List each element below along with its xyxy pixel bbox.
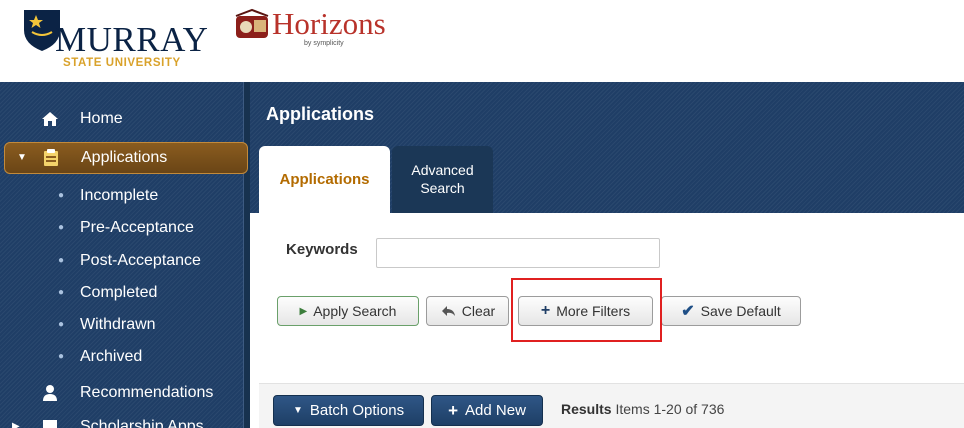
scholarship-icon: [40, 412, 60, 428]
sidebar-subitem-completed[interactable]: ● Completed: [0, 278, 240, 308]
sidebar-item-home[interactable]: Home: [0, 104, 250, 134]
bullet-icon: ●: [58, 287, 65, 298]
bullet-icon: ●: [58, 255, 65, 266]
batch-options-button[interactable]: ▼ Batch Options: [273, 395, 424, 426]
caret-down-icon: ▼: [17, 152, 27, 163]
checkmark-icon: ✔: [681, 303, 695, 320]
bullet-icon: ●: [58, 351, 65, 362]
apply-search-label: Apply Search: [313, 303, 397, 319]
keywords-label: Keywords: [286, 241, 358, 258]
sidebar-item-label: Recommendations: [80, 384, 214, 401]
caret-right-icon: ▶: [12, 421, 20, 428]
tab-advanced-search[interactable]: Advanced Search: [392, 146, 493, 213]
murray-subtitle: STATE UNIVERSITY: [63, 57, 181, 69]
clear-button[interactable]: Clear: [426, 296, 509, 326]
keywords-input[interactable]: [376, 238, 660, 268]
sidebar-subitem-archived[interactable]: ● Archived: [0, 342, 240, 372]
save-default-label: Save Default: [700, 303, 781, 319]
symplicity-tagline: by symplicity: [304, 40, 344, 47]
sidebar-item-label: Applications: [81, 149, 168, 166]
results-summary: Results Items 1-20 of 736: [561, 401, 724, 417]
undo-icon: [441, 306, 455, 316]
sidebar-subitem-withdrawn[interactable]: ● Withdrawn: [0, 310, 240, 340]
play-icon: ▶: [299, 305, 308, 317]
results-label: Results: [561, 401, 612, 417]
caret-down-icon: ▼: [292, 405, 303, 416]
bullet-icon: ●: [58, 222, 65, 233]
sidebar-subitem-label: Completed: [80, 284, 158, 301]
add-new-label: Add New: [465, 402, 526, 419]
page-header: MURRAY STATE UNIVERSITY Horizons by symp…: [0, 0, 964, 82]
sidebar-item-label: Home: [80, 110, 123, 127]
page-title: Applications: [266, 104, 375, 124]
clear-label: Clear: [461, 303, 496, 319]
horizons-wordmark: Horizons: [272, 6, 386, 41]
sidebar-item-recommendations[interactable]: Recommendations: [0, 378, 250, 408]
sidebar-subitem-label: Incomplete: [80, 187, 159, 204]
applications-icon: [41, 143, 61, 173]
user-icon: [40, 378, 60, 408]
bullet-icon: ●: [58, 190, 65, 201]
sidebar-item-scholarship-apps[interactable]: ▶ Scholarship Apps: [0, 412, 250, 428]
highlight-box: [511, 278, 662, 342]
add-new-button[interactable]: + Add New: [431, 395, 543, 426]
tab-applications[interactable]: Applications: [259, 146, 390, 213]
batch-options-label: Batch Options: [309, 402, 405, 419]
save-default-button[interactable]: ✔ Save Default: [661, 296, 801, 326]
sidebar-item-label: Scholarship Apps: [80, 418, 204, 428]
bullet-icon: ●: [58, 319, 65, 330]
horizons-mascot-icon: [235, 8, 269, 38]
murray-state-logo[interactable]: MURRAY STATE UNIVERSITY: [22, 2, 222, 76]
horizons-logo[interactable]: Horizons by symplicity: [232, 8, 386, 68]
sidebar-subitem-label: Pre-Acceptance: [80, 219, 194, 236]
home-icon: [40, 104, 60, 134]
sidebar-subitem-label: Archived: [80, 348, 143, 365]
sidebar-item-applications[interactable]: ▼ Applications: [4, 142, 248, 174]
sidebar-subitem-incomplete[interactable]: ● Incomplete: [0, 181, 240, 211]
sidebar-subitem-post-acceptance[interactable]: ● Post-Acceptance: [0, 246, 240, 276]
murray-wordmark: MURRAY: [55, 20, 209, 59]
apply-search-button[interactable]: ▶ Apply Search: [277, 296, 419, 326]
sidebar-subitem-label: Post-Acceptance: [80, 252, 201, 269]
results-count: Items 1-20 of 736: [615, 401, 725, 417]
plus-icon: +: [448, 400, 459, 420]
sidebar-subitem-pre-acceptance[interactable]: ● Pre-Acceptance: [0, 213, 240, 243]
sidebar-subitem-label: Withdrawn: [80, 316, 156, 333]
